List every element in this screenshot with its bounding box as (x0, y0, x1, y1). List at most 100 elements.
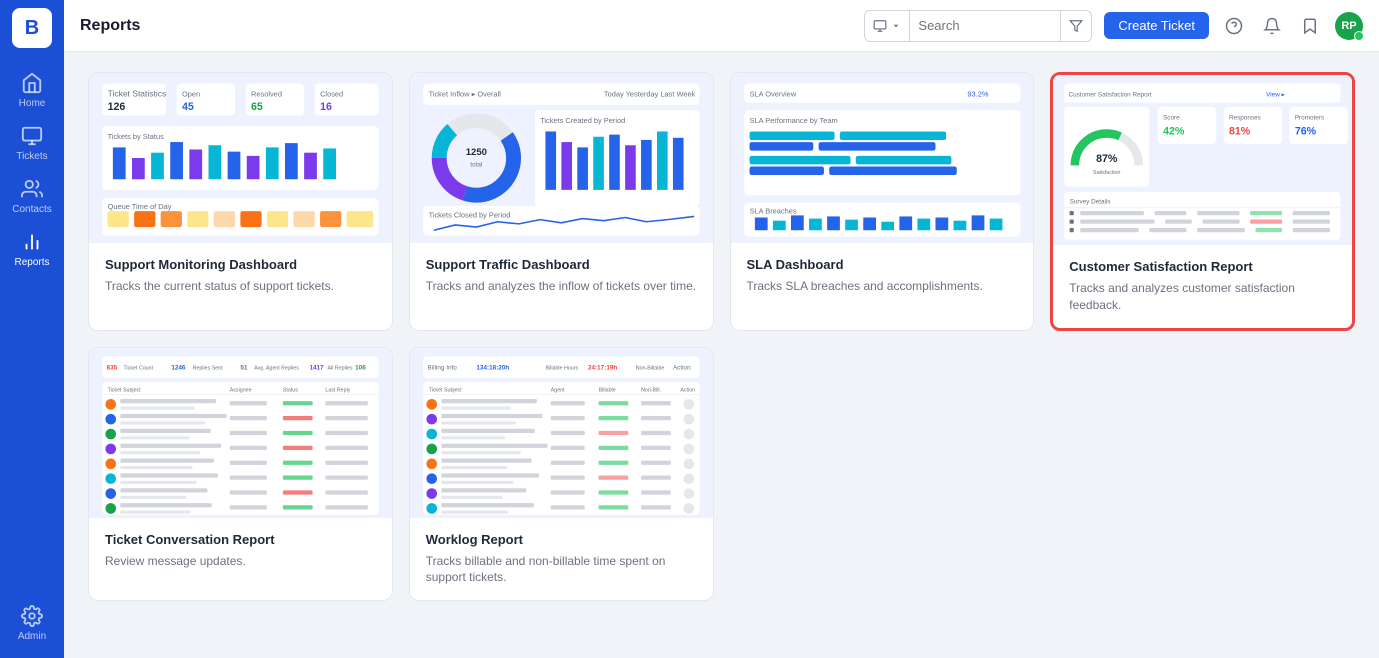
help-icon (1225, 17, 1243, 35)
svg-text:Survey Details: Survey Details (1070, 199, 1111, 206)
search-container (864, 10, 1092, 42)
app-logo: B (12, 8, 52, 48)
report-preview-ticket-conversation: 835 Ticket Count 1246 Replies Sent 51 Av… (89, 348, 392, 518)
search-input[interactable] (910, 18, 1060, 33)
svg-text:42%: 42% (1163, 126, 1185, 138)
report-body-support-traffic: Support Traffic Dashboard Tracks and ana… (410, 243, 713, 309)
svg-text:View ▸: View ▸ (1266, 91, 1285, 98)
svg-text:Agent: Agent (551, 387, 565, 393)
report-desc-support-monitoring: Tracks the current status of support tic… (105, 278, 376, 295)
report-body-worklog: Worklog Report Tracks billable and non-b… (410, 518, 713, 601)
svg-text:Closed: Closed (320, 89, 343, 98)
svg-text:SLA Overview: SLA Overview (749, 89, 796, 98)
report-card-support-monitoring[interactable]: Ticket Statistics 126 Open 45 Resolved 6… (88, 72, 393, 331)
report-preview-support-monitoring: Ticket Statistics 126 Open 45 Resolved 6… (89, 73, 392, 243)
svg-text:Responses: Responses (1229, 115, 1261, 122)
report-desc-support-traffic: Tracks and analyzes the inflow of ticket… (426, 278, 697, 295)
svg-text:Today Yesterday Last Week: Today Yesterday Last Week (604, 89, 696, 98)
sidebar-item-home[interactable]: Home (0, 64, 64, 117)
svg-text:Ticket Subject: Ticket Subject (108, 387, 142, 393)
report-title-support-monitoring: Support Monitoring Dashboard (105, 257, 376, 272)
help-button[interactable] (1221, 13, 1247, 39)
page-title: Reports (80, 17, 852, 35)
notifications-button[interactable] (1259, 13, 1285, 39)
report-card-sla[interactable]: SLA Overview 93.2% SLA Performance by Te… (730, 72, 1035, 331)
report-title-customer-satisfaction: Customer Satisfaction Report (1069, 259, 1336, 274)
filter-icon (1069, 19, 1083, 33)
bookmarks-button[interactable] (1297, 13, 1323, 39)
svg-text:24:17:19h: 24:17:19h (588, 364, 617, 371)
svg-text:1417: 1417 (309, 364, 324, 371)
report-preview-worklog: Billing Info 134:18:20h Billable Hours 2… (410, 348, 713, 518)
svg-text:Score: Score (1163, 115, 1180, 122)
report-card-ticket-conversation[interactable]: 835 Ticket Count 1246 Replies Sent 51 Av… (88, 347, 393, 602)
svg-text:Ticket Subject: Ticket Subject (428, 387, 462, 393)
sidebar: B Home Tickets Contacts Reports (0, 0, 64, 658)
svg-text:Replies Sent: Replies Sent (193, 365, 224, 371)
svg-text:Tickets by Status: Tickets by Status (108, 132, 165, 141)
reports-icon (21, 231, 43, 253)
sidebar-item-contacts-label: Contacts (12, 204, 51, 215)
sidebar-item-home-label: Home (19, 98, 46, 109)
svg-text:Non-Bill.: Non-Bill. (641, 387, 661, 393)
svg-text:Tickets Closed by Period: Tickets Closed by Period (428, 211, 510, 220)
report-body-ticket-conversation: Ticket Conversation Report Review messag… (89, 518, 392, 584)
svg-text:Billable: Billable (598, 387, 615, 393)
svg-text:Avg. Agent Replies: Avg. Agent Replies (254, 365, 299, 371)
svg-text:Non-Billable: Non-Billable (636, 365, 665, 371)
monitor-icon (873, 19, 887, 33)
report-card-customer-satisfaction[interactable]: Customer Satisfaction Report View ▸ 87% … (1050, 72, 1355, 331)
report-desc-ticket-conversation: Review message updates. (105, 553, 376, 570)
report-desc-worklog: Tracks billable and non-billable time sp… (426, 553, 697, 587)
svg-text:1250: 1250 (466, 147, 487, 158)
bookmark-icon (1301, 17, 1319, 35)
create-ticket-button[interactable]: Create Ticket (1104, 12, 1209, 39)
sidebar-item-admin[interactable]: Admin (14, 597, 50, 650)
svg-text:835: 835 (107, 364, 118, 371)
reports-content: Ticket Statistics 126 Open 45 Resolved 6… (64, 52, 1379, 658)
bell-icon (1263, 17, 1281, 35)
filter-button[interactable] (1060, 11, 1091, 41)
svg-text:Resolved: Resolved (251, 89, 282, 98)
report-card-worklog[interactable]: Billing Info 134:18:20h Billable Hours 2… (409, 347, 714, 602)
sidebar-item-reports[interactable]: Reports (0, 223, 64, 276)
svg-text:Action: Action (673, 364, 691, 371)
home-icon (21, 72, 43, 94)
svg-text:Promoters: Promoters (1295, 115, 1324, 122)
report-title-ticket-conversation: Ticket Conversation Report (105, 532, 376, 547)
report-body-support-monitoring: Support Monitoring Dashboard Tracks the … (89, 243, 392, 309)
svg-text:81%: 81% (1229, 126, 1251, 138)
svg-text:Ticket Statistics: Ticket Statistics (108, 88, 167, 98)
sidebar-item-tickets[interactable]: Tickets (0, 117, 64, 170)
svg-text:Status: Status (283, 387, 298, 393)
contacts-icon (21, 178, 43, 200)
avatar-online-badge (1354, 31, 1364, 41)
sidebar-item-admin-label: Admin (18, 631, 46, 642)
avatar-initials: RP (1341, 20, 1356, 32)
chevron-down-icon (891, 21, 901, 31)
svg-text:Billable Hours: Billable Hours (545, 365, 578, 371)
avatar[interactable]: RP (1335, 12, 1363, 40)
svg-text:Action: Action (680, 387, 695, 393)
report-preview-support-traffic: Ticket Inflow ▸ Overall Today Yesterday … (410, 73, 713, 243)
report-preview-customer-satisfaction: Customer Satisfaction Report View ▸ 87% … (1053, 75, 1352, 245)
svg-text:SLA Performance by Team: SLA Performance by Team (749, 116, 837, 125)
svg-text:106: 106 (355, 364, 366, 371)
report-card-support-traffic[interactable]: Ticket Inflow ▸ Overall Today Yesterday … (409, 72, 714, 331)
report-title-sla: SLA Dashboard (747, 257, 1018, 272)
svg-text:65: 65 (251, 101, 263, 113)
svg-text:76%: 76% (1295, 126, 1317, 138)
svg-text:134:18:20h: 134:18:20h (476, 364, 509, 371)
svg-text:Billing Info: Billing Info (427, 364, 457, 371)
header: Reports Create Ticket (64, 0, 1379, 52)
sidebar-item-contacts[interactable]: Contacts (0, 170, 64, 223)
svg-text:Ticket Count: Ticket Count (124, 365, 154, 371)
search-type-button[interactable] (865, 11, 910, 41)
svg-text:Last Reply: Last Reply (325, 387, 350, 393)
svg-text:Ticket Inflow ▸ Overall: Ticket Inflow ▸ Overall (428, 89, 501, 98)
report-body-customer-satisfaction: Customer Satisfaction Report Tracks and … (1053, 245, 1352, 328)
report-preview-sla: SLA Overview 93.2% SLA Performance by Te… (731, 73, 1034, 243)
svg-text:Assignee: Assignee (230, 387, 252, 393)
report-desc-customer-satisfaction: Tracks and analyzes customer satisfactio… (1069, 280, 1336, 314)
sidebar-item-tickets-label: Tickets (16, 151, 47, 162)
